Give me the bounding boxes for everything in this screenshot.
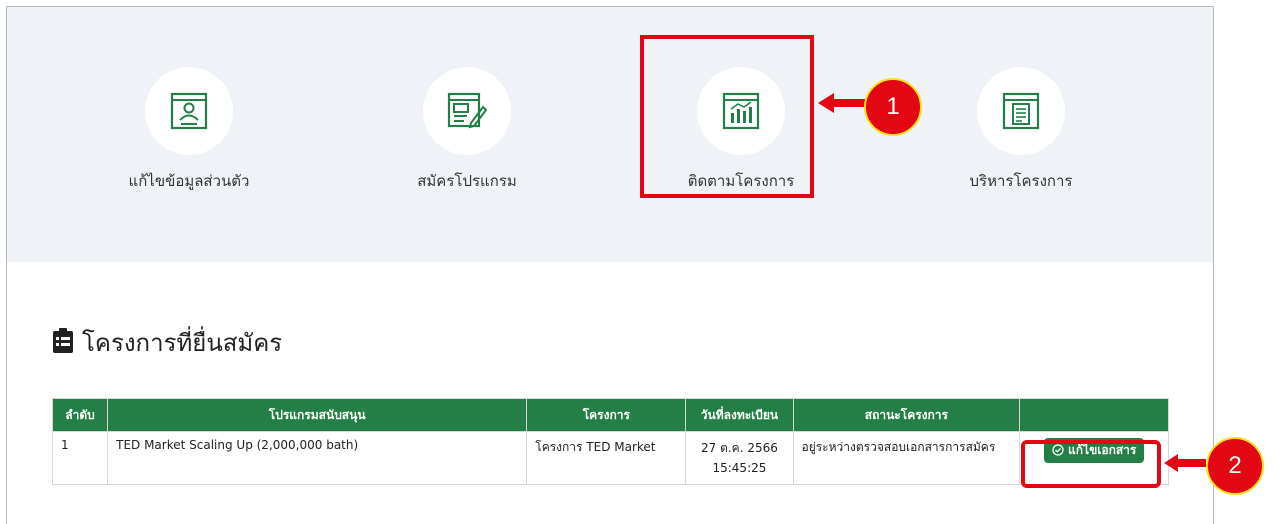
col-header-project: โครงการ xyxy=(526,398,687,432)
cell-no: 1 xyxy=(51,431,109,485)
menu-circle xyxy=(145,67,233,155)
menu-band: แก้ไขข้อมูลส่วนตัว สมัครโปรแกรม ติดตามโค… xyxy=(7,7,1213,262)
cell-project-link[interactable]: โครงการ TED Market xyxy=(526,431,687,485)
col-header-date: วันที่ลงทะเบียน xyxy=(685,398,794,432)
menu-edit-profile[interactable]: แก้ไขข้อมูลส่วนตัว xyxy=(89,7,289,217)
applications-table: ลำดับ โปรแกรมสนับสนุน โครงการ วันที่ลงทะ… xyxy=(51,398,1169,485)
cell-program: TED Market Scaling Up (2,000,000 bath) xyxy=(107,431,528,485)
cell-date-day: 27 ต.ค. 2566 xyxy=(700,441,778,455)
table-header-row: ลำดับ โปรแกรมสนับสนุน โครงการ วันที่ลงทะ… xyxy=(51,398,1169,432)
highlight-box-track-project xyxy=(640,35,814,198)
cell-date: 27 ต.ค. 2566 15:45:25 xyxy=(685,431,794,485)
profile-card-icon xyxy=(170,92,208,130)
menu-circle xyxy=(977,67,1065,155)
callout-marker-1: 1 xyxy=(864,78,922,136)
table-row: 1 TED Market Scaling Up (2,000,000 bath)… xyxy=(51,431,1169,485)
col-header-no: ลำดับ xyxy=(51,398,109,432)
clipboard-list-icon xyxy=(53,328,73,353)
form-edit-icon xyxy=(447,92,487,129)
highlight-box-edit-button xyxy=(1021,440,1161,488)
menu-label: แก้ไขข้อมูลส่วนตัว xyxy=(128,172,250,190)
col-header-action xyxy=(1019,398,1169,432)
menu-manage-project[interactable]: บริหารโครงการ xyxy=(921,7,1121,217)
menu-circle xyxy=(423,67,511,155)
arrow-left-icon xyxy=(818,93,866,113)
cell-date-time: 15:45:25 xyxy=(712,461,767,475)
menu-apply-program[interactable]: สมัครโปรแกรม xyxy=(367,7,567,217)
section-title-text: โครงการที่ยื่นสมัคร xyxy=(82,329,283,357)
col-header-program: โปรแกรมสนับสนุน xyxy=(107,398,528,432)
callout-marker-2: 2 xyxy=(1206,437,1264,495)
cell-status: อยู่ระหว่างตรวจสอบเอกสารการสมัคร xyxy=(792,431,1021,485)
section-title: โครงการที่ยื่นสมัคร xyxy=(52,323,282,362)
arrow-left-icon xyxy=(1164,454,1206,472)
menu-label: สมัครโปรแกรม xyxy=(417,172,517,190)
document-window-icon xyxy=(1002,92,1040,130)
col-header-status: สถานะโครงการ xyxy=(792,398,1021,432)
menu-label: บริหารโครงการ xyxy=(969,172,1073,190)
